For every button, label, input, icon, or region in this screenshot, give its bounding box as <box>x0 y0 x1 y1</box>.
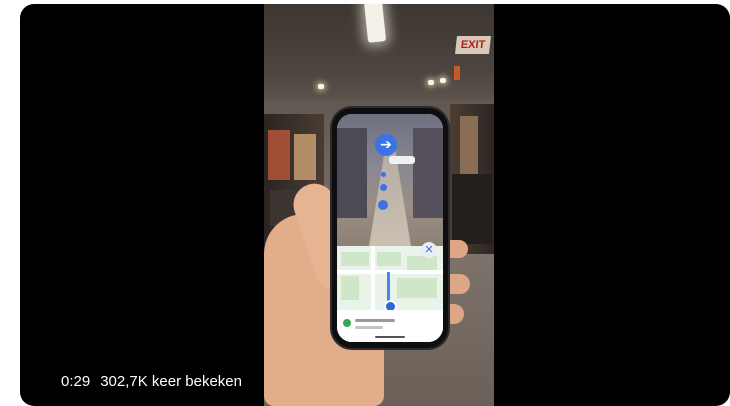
store-rack <box>452 174 492 244</box>
map-route <box>387 272 390 302</box>
map-area <box>397 278 437 298</box>
ceiling-light <box>363 4 387 43</box>
video-info-overlay: 0:29 302,7K keer bekeken <box>55 369 248 394</box>
ceiling-spotlight <box>440 78 446 83</box>
video-frame: EXIT ➔ ✕ <box>264 4 494 406</box>
close-icon[interactable]: ✕ <box>421 242 437 258</box>
route-dot <box>381 172 386 177</box>
destination-subtitle <box>355 326 383 329</box>
video-timestamp: 0:29 <box>61 373 91 390</box>
arrow-left-icon: ➔ <box>375 134 397 156</box>
destination-icon <box>343 319 351 327</box>
exit-sign-bracket <box>454 66 460 80</box>
store-display <box>294 134 316 180</box>
map-corridor <box>337 270 443 274</box>
direction-label <box>389 156 415 164</box>
route-dot <box>378 200 388 210</box>
map-area <box>341 252 369 266</box>
ceiling-spotlight <box>318 84 324 89</box>
video-player[interactable]: EXIT ➔ ✕ 0:29 302,7K keer bekeken <box>20 4 730 406</box>
map-area <box>341 276 359 300</box>
exit-sign: EXIT <box>455 36 491 54</box>
destination-title <box>355 319 395 322</box>
route-dot <box>380 184 387 191</box>
map-corridor <box>371 246 375 310</box>
ar-wall-right <box>413 128 443 218</box>
home-indicator <box>375 336 405 338</box>
phone-screen: ➔ ✕ <box>337 114 443 342</box>
store-display <box>268 130 290 180</box>
smartphone: ➔ ✕ <box>332 108 448 348</box>
map-area <box>377 252 401 266</box>
ar-camera-view: ➔ <box>337 114 443 246</box>
ar-wall-left <box>337 128 367 218</box>
view-count: 302,7K keer bekeken <box>100 373 242 390</box>
ceiling-spotlight <box>428 80 434 85</box>
